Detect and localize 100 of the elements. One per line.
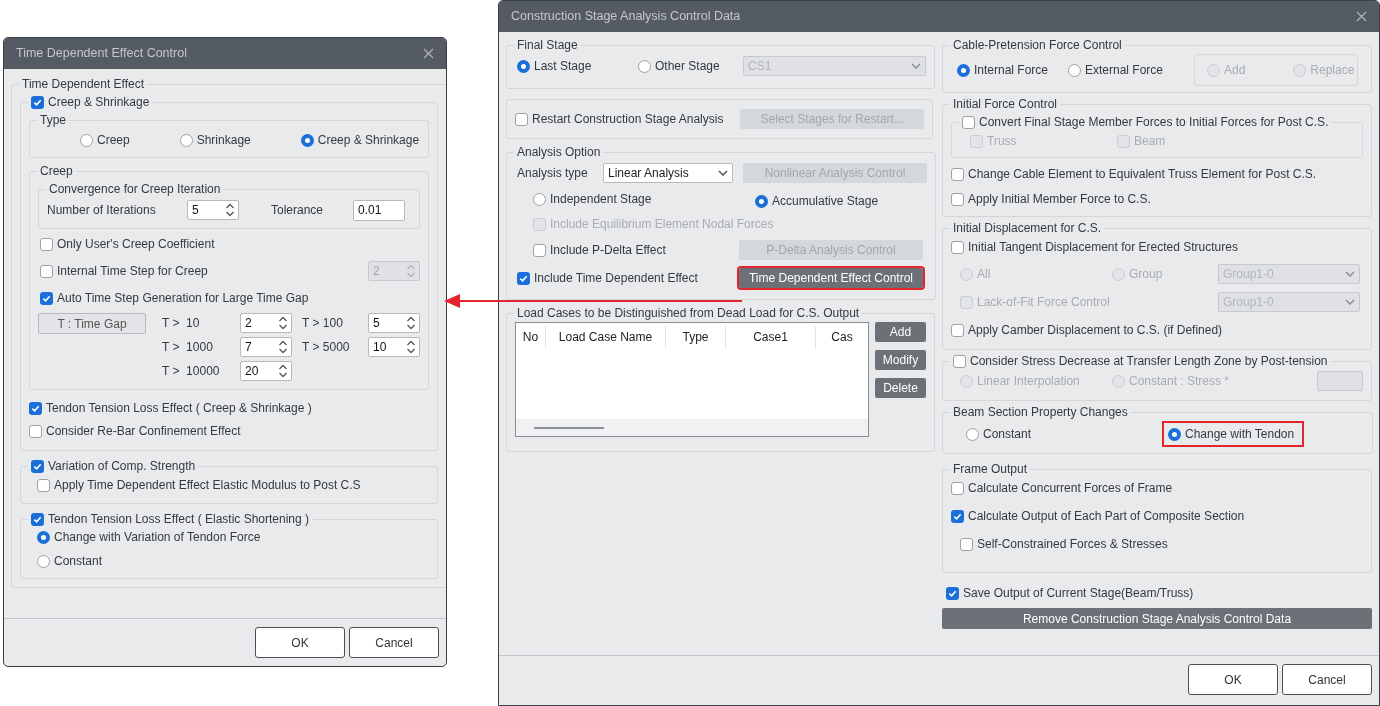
radio-button[interactable] (300, 133, 314, 147)
option-label: Constant (54, 553, 103, 570)
spin-arrows-icon[interactable] (406, 315, 416, 331)
chevron-down-icon (1345, 299, 1355, 305)
gap-label: T > 100 (301, 315, 344, 332)
checkbox[interactable] (951, 167, 964, 181)
radio-button[interactable] (966, 427, 979, 441)
checkbox[interactable] (951, 509, 964, 523)
spin-field[interactable]: 5 (368, 313, 420, 333)
radio-button[interactable] (755, 194, 768, 208)
group-title: Time Dependent Effect (22, 77, 145, 91)
radio-button[interactable] (957, 63, 970, 77)
option-label: Include Equilibrium Element Nodal Forces (550, 216, 774, 233)
checkbox[interactable] (951, 481, 964, 495)
dialog-button[interactable]: Delete (875, 378, 926, 398)
option-label: Other Stage (655, 58, 720, 75)
checkbox[interactable] (517, 271, 530, 285)
option-label: Tendon Tension Loss Effect ( Elastic Shortening ) (48, 511, 310, 528)
option-label: Restart Construction Stage Analysis (532, 111, 724, 128)
dialog-button[interactable]: Cancel (349, 627, 439, 658)
radio-button[interactable] (517, 59, 530, 73)
spin-field[interactable]: 7 (240, 337, 292, 357)
option-label: Convert Final Stage Member Forces to Initial Forces for Post C.S. (979, 114, 1329, 131)
checkbox[interactable] (515, 112, 528, 126)
dialog-button[interactable]: OK (1188, 664, 1278, 695)
column-header[interactable]: Load Case Name (546, 325, 666, 348)
gap-label: T > 5000 (301, 339, 351, 356)
checkbox[interactable] (31, 459, 44, 473)
spin-arrows-icon[interactable] (225, 202, 235, 218)
radio-button[interactable] (1168, 427, 1181, 441)
column-header[interactable]: No (516, 325, 546, 348)
horizontal-scrollbar[interactable] (516, 419, 868, 436)
group-title: Beam Section Property Changes (953, 405, 1128, 419)
column-header[interactable]: Case1 (726, 325, 816, 348)
option-label: Initial Tangent Displacement for Erected Structures (968, 239, 1238, 256)
spin-field[interactable]: 10 (368, 337, 420, 357)
checkbox[interactable] (31, 95, 44, 109)
dialog-button[interactable]: Add (875, 322, 926, 342)
checkbox[interactable] (951, 323, 964, 337)
dropdown[interactable]: Linear Analysis (603, 163, 733, 183)
spin-arrows-icon[interactable] (406, 339, 416, 355)
checkbox[interactable] (951, 192, 964, 206)
radio-button[interactable] (638, 59, 651, 73)
checkbox[interactable] (951, 240, 964, 254)
spin-arrows-icon[interactable] (278, 363, 288, 379)
checkbox[interactable] (962, 115, 975, 129)
chevron-down-icon (1345, 271, 1355, 277)
radio-button[interactable] (533, 192, 546, 206)
option-label: Change with Variation of Tendon Force (54, 529, 261, 546)
checkbox[interactable] (533, 243, 546, 257)
close-icon[interactable] (1356, 11, 1367, 22)
gap-label: T > 1000 (161, 339, 214, 356)
time-gap-button[interactable]: T : Time Gap (38, 313, 146, 334)
checkbox[interactable] (31, 512, 44, 526)
option-label: Creep & Shrinkage (48, 94, 150, 111)
spin-field[interactable]: 20 (240, 361, 292, 381)
spin-arrows-icon[interactable] (278, 315, 288, 331)
group-title: Convergence for Creep Iteration (49, 182, 221, 196)
option-label: Constant : Stress * (1129, 373, 1230, 390)
group-title: Cable-Pretension Force Control (953, 38, 1122, 52)
group-title: Initial Displacement for C.S. (953, 221, 1102, 235)
radio-button[interactable] (37, 554, 50, 568)
checkbox[interactable] (960, 537, 973, 551)
group-title: Type (40, 113, 66, 127)
dialog-button[interactable]: Modify (875, 350, 926, 370)
option-label: Include Time Dependent Effect (534, 270, 698, 287)
option-label: Creep (97, 132, 130, 149)
close-icon[interactable] (423, 48, 434, 59)
spin-field[interactable]: 5 (187, 200, 239, 220)
remove-button[interactable]: Remove Construction Stage Analysis Control Data (942, 608, 1372, 629)
option-label: Change Cable Element to Equivalent Truss Element for Post C.S. (968, 166, 1317, 183)
dialog-button[interactable]: Cancel (1282, 664, 1372, 695)
checkbox[interactable] (37, 478, 50, 492)
checkbox[interactable] (953, 354, 966, 368)
input-field[interactable] (1317, 371, 1363, 391)
checkbox[interactable] (40, 237, 53, 251)
window-title: Construction Stage Analysis Control Data (511, 8, 741, 26)
checkbox[interactable] (29, 424, 42, 438)
column-header[interactable]: Type (666, 325, 726, 348)
option-label: Internal Time Step for Creep (57, 263, 208, 280)
group-title: Final Stage (517, 38, 578, 52)
input-field[interactable]: 0.01 (353, 199, 405, 221)
column-header[interactable]: Cas (816, 325, 868, 348)
radio-button[interactable] (179, 133, 193, 147)
option-label: Calculate Output of Each Part of Composite Section (968, 508, 1245, 525)
spin-arrows-icon[interactable] (278, 339, 288, 355)
spin-field[interactable]: 2 (240, 313, 292, 333)
checkbox[interactable] (29, 401, 42, 415)
group-title: Frame Output (953, 462, 1028, 476)
checkbox[interactable] (40, 291, 53, 305)
option-label: External Force (1085, 62, 1164, 79)
chevron-down-icon (718, 170, 728, 176)
radio-button[interactable] (80, 133, 93, 147)
option-label: Accumulative Stage (772, 193, 879, 210)
checkbox[interactable] (946, 586, 959, 600)
dialog-button[interactable]: OK (255, 627, 345, 658)
group-title: Initial Force Control (953, 97, 1058, 111)
radio-button[interactable] (1068, 63, 1081, 77)
radio-button[interactable] (37, 530, 50, 544)
dialog-button[interactable]: Time Dependent Effect Control (739, 268, 923, 288)
